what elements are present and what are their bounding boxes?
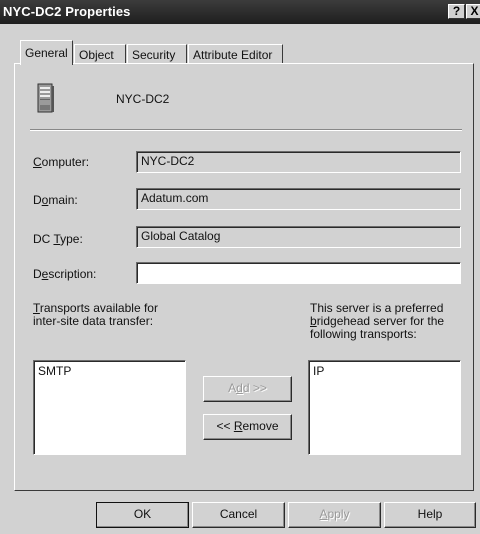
description-input[interactable] [136,262,461,284]
computer-field[interactable]: NYC-DC2 [136,151,461,173]
title-bar[interactable]: NYC-DC2 Properties ? X [0,0,480,24]
cancel-button[interactable]: Cancel [192,502,285,528]
domain-field[interactable]: Adatum.com [136,188,461,210]
tab-security[interactable]: Security [127,44,187,64]
description-label: Description: [33,267,97,281]
list-item[interactable]: SMTP [38,364,181,378]
help-button[interactable]: Help [384,502,476,528]
preferred-transports-list[interactable]: IP [308,360,461,455]
domain-label: Domain: [33,193,78,207]
close-icon[interactable]: X [466,4,480,19]
list-item[interactable]: IP [313,364,456,378]
server-icon [37,83,54,113]
tab-object[interactable]: Object [74,44,126,64]
server-name: NYC-DC2 [116,92,170,106]
remove-button[interactable]: << Remove [203,414,292,440]
tab-general[interactable]: General [20,40,73,65]
dc-type-label: DC Type: [33,232,83,246]
available-transports-label: Transports available for inter-site data… [33,301,158,328]
window-title: NYC-DC2 Properties [3,4,131,19]
separator [30,129,462,131]
apply-button[interactable]: Apply [288,502,381,528]
available-transports-list[interactable]: SMTP [33,360,186,455]
dc-type-field[interactable]: Global Catalog [136,226,461,248]
preferred-transports-label: This server is a preferred bridgehead se… [310,301,445,341]
computer-label: Computer: [33,155,90,169]
add-button[interactable]: Add >> [203,376,292,402]
ok-button[interactable]: OK [96,502,189,528]
help-icon[interactable]: ? [448,4,465,19]
tab-attribute-editor[interactable]: Attribute Editor [188,44,283,64]
